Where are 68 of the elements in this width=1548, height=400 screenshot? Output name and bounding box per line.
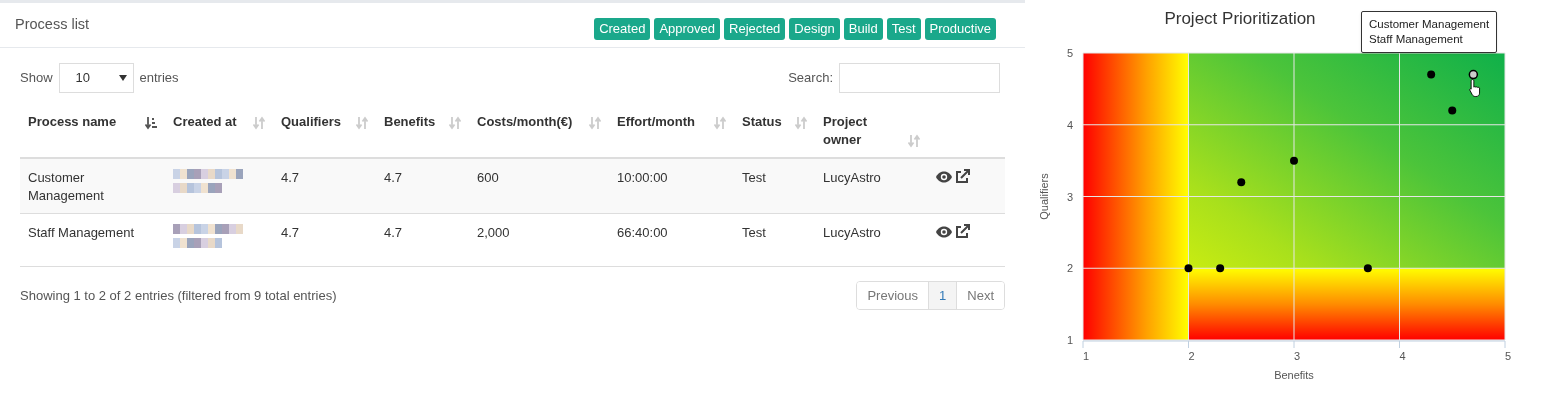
tick-label: 3 bbox=[1293, 350, 1301, 362]
length-label: entries bbox=[139, 69, 179, 88]
data-point[interactable] bbox=[1290, 156, 1298, 165]
table-cell: 4.7 bbox=[384, 225, 403, 240]
column-header[interactable]: Effort/month bbox=[617, 113, 695, 131]
tooltip-line: Staff Management bbox=[1369, 32, 1464, 47]
tick-label: 5 bbox=[1066, 47, 1073, 59]
data-point[interactable] bbox=[1184, 264, 1193, 273]
sort-icon[interactable] bbox=[145, 116, 157, 130]
table-info: Showing 1 to 2 of 2 entries (filtered from 9 total entries) bbox=[20, 286, 337, 305]
status-filter-button[interactable]: Rejected bbox=[724, 17, 786, 40]
eye-icon[interactable] bbox=[936, 170, 952, 183]
table-cell: 4.7 bbox=[281, 225, 300, 240]
chart-title: Project Prioritization bbox=[1164, 9, 1316, 28]
table-cell: Customer Management bbox=[28, 170, 104, 203]
table-cell: LucyAstro bbox=[823, 170, 881, 185]
axis-title: Qualifiers bbox=[1038, 173, 1050, 220]
column-header[interactable]: Status bbox=[742, 113, 782, 131]
tick-label: 1 bbox=[1066, 334, 1073, 346]
panel-title: Process list bbox=[15, 15, 90, 35]
external-link-icon[interactable] bbox=[955, 169, 970, 184]
entries-select[interactable]: 10 bbox=[58, 63, 134, 93]
data-point[interactable] bbox=[1216, 264, 1225, 273]
column-header[interactable]: Costs/month(€) bbox=[477, 113, 573, 131]
data-point[interactable] bbox=[1237, 178, 1246, 187]
column-header[interactable]: Project owner bbox=[823, 113, 908, 149]
tick-label: 2 bbox=[1066, 262, 1073, 275]
column-header[interactable]: Benefits bbox=[384, 113, 436, 131]
pagination-button[interactable]: Next bbox=[956, 282, 1004, 309]
search-label: Search: bbox=[788, 69, 833, 88]
length-label: Show bbox=[20, 69, 53, 88]
data-point[interactable] bbox=[1468, 69, 1479, 80]
table-cell: LucyAstro bbox=[823, 225, 881, 240]
table-cell: 2,000 bbox=[477, 225, 510, 240]
tick-label: 3 bbox=[1066, 190, 1073, 203]
dropdown-arrow-icon bbox=[118, 75, 127, 81]
data-point[interactable] bbox=[1363, 264, 1372, 273]
axis-title: Benefits bbox=[1274, 369, 1314, 381]
table-cell: Staff Management bbox=[28, 225, 134, 240]
data-point[interactable] bbox=[1448, 106, 1457, 115]
table-cell: 66:40:00 bbox=[617, 225, 668, 240]
table-cell: Test bbox=[742, 170, 766, 185]
tooltip-line: Customer Management bbox=[1369, 17, 1490, 32]
status-filter-button[interactable]: Test bbox=[886, 17, 921, 40]
status-filter-button[interactable]: Design bbox=[789, 17, 840, 40]
table-cell: 600 bbox=[477, 170, 499, 185]
column-header[interactable]: Created at bbox=[173, 113, 237, 131]
data-point[interactable] bbox=[1427, 70, 1436, 79]
column-header[interactable]: Process name bbox=[28, 113, 117, 131]
tick-label: 4 bbox=[1399, 350, 1406, 362]
search-field[interactable] bbox=[839, 63, 1000, 93]
status-filter-button[interactable]: Build bbox=[843, 17, 883, 40]
column-header[interactable]: Qualifiers bbox=[281, 113, 341, 131]
table-cell: Test bbox=[742, 225, 766, 240]
table-cell: 4.7 bbox=[281, 170, 300, 185]
table-cell: 10:00:00 bbox=[617, 170, 668, 185]
eye-icon[interactable] bbox=[936, 225, 952, 238]
tick-label: 2 bbox=[1188, 350, 1195, 362]
pointer-cursor-icon bbox=[1469, 79, 1480, 97]
status-filter-button[interactable]: Created bbox=[594, 17, 651, 40]
status-filter-button[interactable]: Approved bbox=[654, 17, 721, 40]
status-filter-button[interactable]: Productive bbox=[924, 17, 996, 40]
tick-label: 4 bbox=[1066, 118, 1073, 131]
pagination-button[interactable]: 1 bbox=[928, 282, 957, 309]
tick-label: 1 bbox=[1082, 350, 1090, 362]
external-link-icon[interactable] bbox=[955, 224, 970, 239]
table-cell: 4.7 bbox=[384, 170, 403, 185]
tick-label: 5 bbox=[1504, 350, 1512, 362]
